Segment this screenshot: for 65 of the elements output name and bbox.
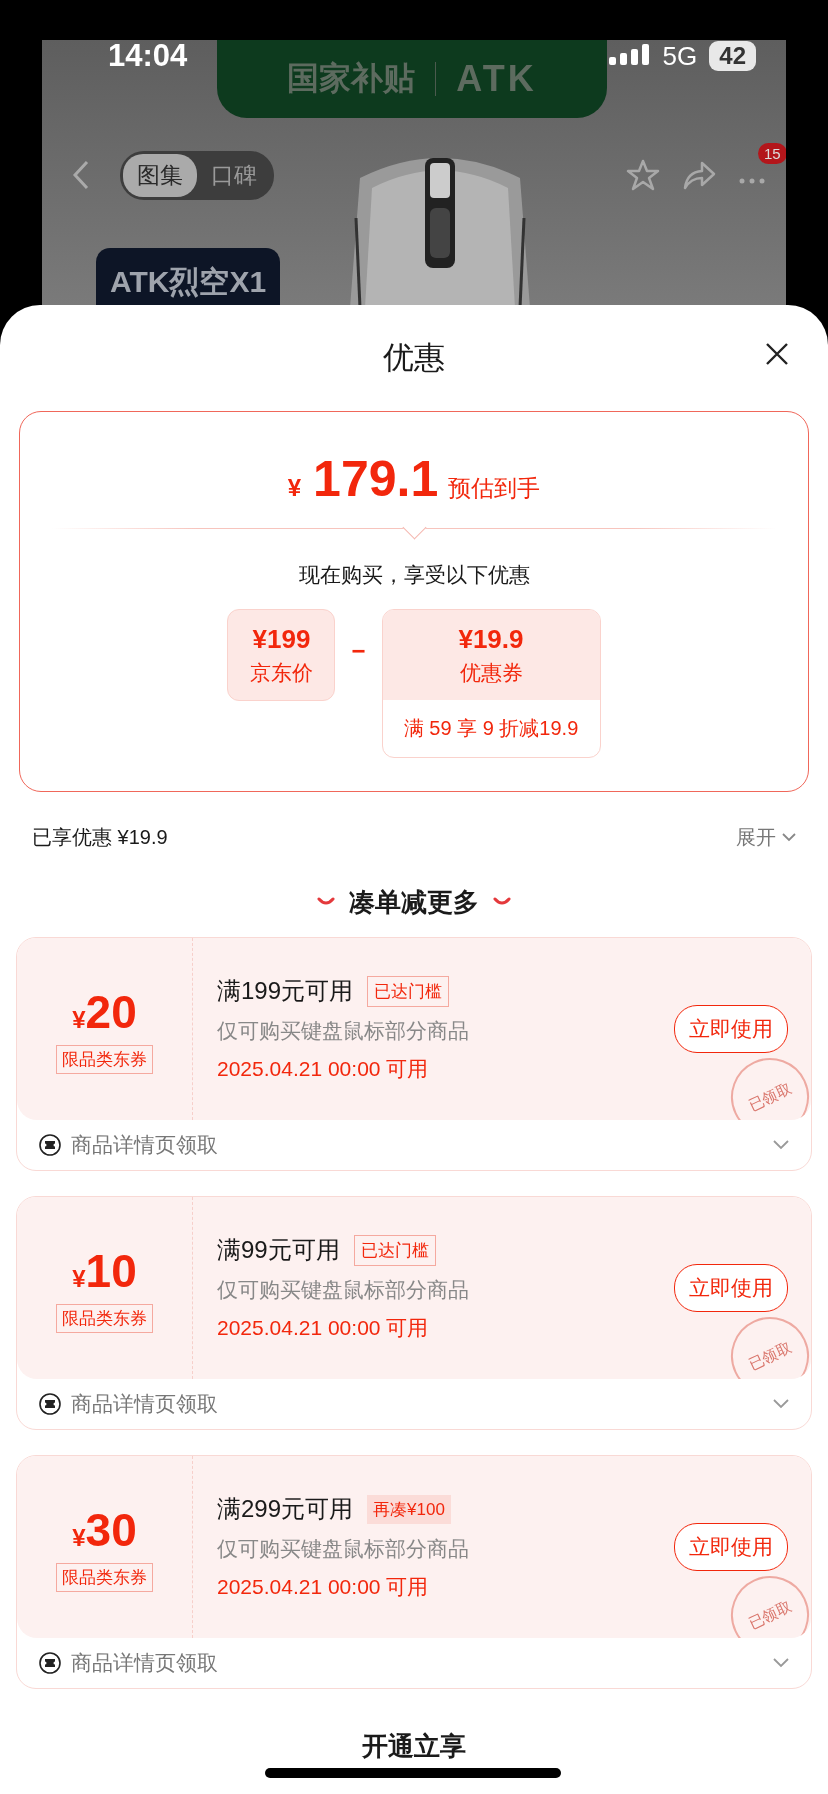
more-icon[interactable]: [738, 177, 766, 185]
use-now-button[interactable]: 立即使用: [674, 1005, 788, 1053]
chevron-down-icon: [782, 832, 796, 842]
discount-rule: 满 59 享 9 折减19.9: [402, 716, 580, 741]
coupon-validity: 2025.04.21 00:00 可用: [217, 1574, 430, 1600]
network-label: 5G: [662, 40, 698, 72]
coupon-source: 商品详情页领取: [71, 1650, 219, 1676]
coupon-source: 商品详情页领取: [71, 1132, 219, 1158]
view-tab[interactable]: 口碑: [197, 153, 271, 197]
close-icon[interactable]: [765, 342, 789, 366]
price-amount: ¥199: [252, 623, 311, 655]
currency-symbol: ¥: [287, 474, 302, 502]
coupon-validity: 2025.04.21 00:00 可用: [217, 1056, 430, 1082]
estimate-caption: 现在购买，享受以下优惠: [298, 562, 530, 588]
coupon-scope: 仅可购买键盘鼠标部分商品: [217, 1277, 470, 1303]
coupon-type-tag: 限品类东券: [56, 1044, 153, 1074]
coupon-validity: 2025.04.21 00:00 可用: [217, 1315, 430, 1341]
coupon-scope: 仅可购买键盘鼠标部分商品: [217, 1536, 470, 1562]
coupon-scope: 仅可购买键盘鼠标部分商品: [217, 1018, 470, 1044]
banner-logo-text: ATK: [456, 58, 537, 100]
star-icon[interactable]: [626, 159, 660, 191]
coupon-currency: ¥: [72, 1005, 86, 1034]
status-time: 14:04: [108, 38, 188, 74]
coupon-amount: 20: [85, 984, 137, 1039]
chevron-down-icon[interactable]: [773, 1658, 789, 1668]
estimated-price: 179.1: [313, 450, 439, 508]
coupon-condition: 满299元可用: [217, 1494, 354, 1524]
coupon-currency: ¥: [72, 1264, 86, 1293]
coupon-condition: 满99元可用: [217, 1235, 340, 1265]
discount-label: 优惠券: [459, 659, 523, 686]
battery-indicator: 42: [709, 41, 756, 71]
coupon-currency: ¥: [72, 1523, 86, 1552]
share-icon[interactable]: [682, 160, 716, 190]
view-tab[interactable]: 图集: [123, 153, 197, 197]
chevron-down-icon[interactable]: [773, 1140, 789, 1150]
discount-amount: ¥19.9: [458, 623, 524, 655]
use-now-button[interactable]: 立即使用: [674, 1523, 788, 1571]
use-now-button[interactable]: 立即使用: [674, 1264, 788, 1312]
ticket-icon: [39, 1134, 61, 1156]
coupon-source: 商品详情页领取: [71, 1391, 219, 1417]
notification-badge: 15: [758, 143, 786, 164]
ticket-icon: [39, 1393, 61, 1415]
applied-discount: 已享优惠 ¥19.9: [32, 824, 168, 850]
back-icon[interactable]: [72, 160, 90, 190]
smile-icon: [493, 897, 511, 907]
coupon-type-tag: 限品类东券: [56, 1562, 153, 1592]
threshold-tag: 已达门槛: [353, 1234, 436, 1266]
sheet-title: 优惠: [383, 339, 445, 377]
coupon-condition: 满199元可用: [217, 976, 354, 1006]
section-title: 凑单减更多: [349, 885, 479, 919]
coupon-amount: 30: [85, 1502, 137, 1557]
product-label: ATK烈空X1: [96, 248, 281, 305]
estimate-label: 预估到手: [448, 474, 541, 503]
coupon-amount: 10: [85, 1243, 137, 1298]
footer-title: 开通立享: [361, 1730, 467, 1763]
price-label: 京东价: [250, 659, 313, 686]
coupon-type-tag: 限品类东券: [56, 1303, 153, 1333]
banner-text: 国家补贴: [287, 59, 416, 98]
threshold-tag: 已达门槛: [367, 975, 450, 1007]
chevron-down-icon[interactable]: [773, 1399, 789, 1409]
expand-toggle[interactable]: 展开: [736, 823, 796, 851]
threshold-tag: 再凑¥100: [367, 1494, 451, 1524]
minus-sign: −: [351, 637, 366, 665]
ticket-icon: [39, 1652, 61, 1674]
smile-icon: [317, 897, 335, 907]
